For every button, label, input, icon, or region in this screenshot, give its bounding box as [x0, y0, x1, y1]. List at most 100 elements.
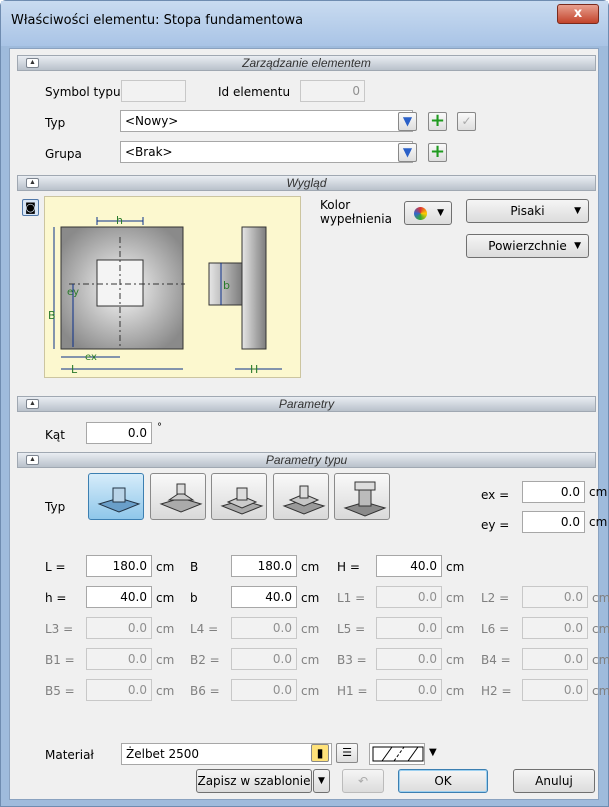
- param-unit: cm: [156, 653, 175, 667]
- powierzchnie-label: Powierzchnie: [488, 239, 567, 253]
- kolor-label: Kolor: [320, 198, 351, 212]
- section-header-parametry[interactable]: ▲ Parametry: [17, 396, 596, 412]
- foundation-type-4-icon: [282, 485, 326, 515]
- param-input: 0.0: [86, 648, 152, 670]
- param-unit: cm: [156, 560, 175, 574]
- ok-label: OK: [434, 774, 452, 788]
- kat-input[interactable]: 0.0: [86, 422, 152, 444]
- material-properties-icon[interactable]: ☰: [336, 743, 358, 763]
- param-input[interactable]: 40.0: [376, 555, 442, 577]
- chevron-down-icon: ▼: [437, 208, 444, 218]
- param-unit: cm: [156, 591, 175, 605]
- hatch-pattern-select[interactable]: [369, 743, 425, 765]
- param-unit: cm: [301, 560, 320, 574]
- param-label: B2 =: [190, 653, 220, 667]
- param-unit: cm: [592, 591, 609, 605]
- zapisz-w-szablonie-button[interactable]: Zapisz w szablonie: [196, 769, 312, 793]
- foundation-type-4-button[interactable]: [273, 473, 329, 520]
- section-title: Parametry typu: [265, 453, 348, 467]
- param-input[interactable]: 40.0: [86, 586, 152, 608]
- dropdown-list-icon[interactable]: ▼: [398, 112, 417, 131]
- dim-ey-label: ey: [67, 287, 79, 298]
- ok-button[interactable]: OK: [398, 769, 488, 793]
- kat-unit: °: [157, 422, 162, 433]
- id-elementu-field: 0: [300, 80, 365, 102]
- chevron-down-icon: ▼: [574, 241, 581, 251]
- param-label: H =: [337, 560, 360, 574]
- camera-icon[interactable]: ◙: [22, 199, 39, 216]
- param-label: L1 =: [337, 591, 366, 605]
- typ-label: Typ: [45, 116, 66, 130]
- kolor-wypelnienia-button[interactable]: ▼: [404, 201, 452, 225]
- foundation-type-3-button[interactable]: [211, 473, 267, 520]
- param-unit: cm: [301, 684, 320, 698]
- param-label: B: [190, 560, 199, 574]
- param-input: 0.0: [522, 617, 588, 639]
- section-header-wyglad[interactable]: ▲ Wygląd: [17, 175, 596, 191]
- undo-icon: ↶: [357, 774, 369, 788]
- undo-button: ↶: [342, 769, 384, 793]
- material-library-icon[interactable]: ▮: [311, 744, 329, 762]
- zapisz-dropdown-button[interactable]: ▼: [313, 769, 330, 793]
- typ-stopy-label: Typ: [45, 500, 66, 514]
- dropdown-list-icon[interactable]: ▼: [398, 143, 417, 162]
- typ-select[interactable]: <Nowy>: [120, 110, 413, 132]
- param-input[interactable]: 180.0: [86, 555, 152, 577]
- foundation-type-2-button[interactable]: [150, 473, 206, 520]
- param-label: L2 =: [481, 591, 510, 605]
- param-unit: cm: [592, 653, 609, 667]
- kolor-label-2: wypełnienia: [320, 212, 392, 226]
- param-label: B6 =: [190, 684, 220, 698]
- section-title: Parametry: [278, 397, 335, 411]
- collapse-toggle-icon[interactable]: ▲: [26, 399, 39, 409]
- dim-b-big-label: B: [48, 309, 56, 322]
- ex-input[interactable]: 0.0: [522, 481, 585, 503]
- close-button[interactable]: x: [557, 4, 599, 24]
- dim-l-label: L: [71, 363, 78, 376]
- section-title: Zarządzanie elementem: [242, 56, 371, 70]
- material-select[interactable]: Żelbet 2500: [121, 743, 332, 765]
- param-input: 0.0: [231, 679, 297, 701]
- powierzchnie-button[interactable]: Powierzchnie ▼: [466, 234, 589, 258]
- foundation-type-1-button[interactable]: [88, 473, 144, 520]
- collapse-toggle-icon[interactable]: ▲: [26, 178, 39, 188]
- param-label: H2 =: [481, 684, 512, 698]
- param-unit: cm: [592, 622, 609, 636]
- pisaki-button[interactable]: Pisaki ▼: [466, 199, 589, 223]
- param-label: L =: [45, 560, 66, 574]
- hatch-pattern-icon: [372, 746, 424, 762]
- param-input: 0.0: [231, 648, 297, 670]
- param-unit: cm: [446, 653, 465, 667]
- symbol-typu-label: Symbol typu: [45, 85, 121, 99]
- add-grupa-icon[interactable]: +: [428, 143, 447, 162]
- param-label: H1 =: [337, 684, 368, 698]
- anuluj-button[interactable]: Anuluj: [513, 769, 595, 793]
- hatch-dropdown-icon[interactable]: ▼: [429, 747, 437, 758]
- param-input: 0.0: [376, 617, 442, 639]
- material-label: Materiał: [45, 748, 94, 762]
- dim-ex-label: ex: [85, 352, 97, 363]
- foundation-type-2-icon: [159, 483, 203, 513]
- add-typ-icon[interactable]: +: [428, 112, 447, 131]
- param-input[interactable]: 180.0: [231, 555, 297, 577]
- ey-label: ey =: [481, 518, 510, 532]
- param-unit: cm: [446, 622, 465, 636]
- section-title: Wygląd: [286, 176, 327, 190]
- collapse-toggle-icon[interactable]: ▲: [26, 58, 39, 68]
- section-header-parametry-typu[interactable]: ▲ Parametry typu: [17, 452, 596, 468]
- anuluj-label: Anuluj: [535, 774, 573, 788]
- grupa-select[interactable]: <Brak>: [120, 141, 413, 163]
- foundation-type-1-icon: [97, 487, 141, 513]
- foundation-type-5-icon: [343, 481, 387, 517]
- ey-input[interactable]: 0.0: [522, 511, 585, 533]
- color-palette-icon: [414, 207, 427, 220]
- param-label: B1 =: [45, 653, 75, 667]
- param-unit: cm: [156, 622, 175, 636]
- param-input: 0.0: [522, 648, 588, 670]
- param-label: B3 =: [337, 653, 367, 667]
- collapse-toggle-icon[interactable]: ▲: [26, 455, 39, 465]
- section-header-zarzadzanie[interactable]: ▲ Zarządzanie elementem: [17, 55, 596, 71]
- param-unit: cm: [446, 684, 465, 698]
- foundation-type-5-button[interactable]: [334, 473, 390, 520]
- param-input[interactable]: 40.0: [231, 586, 297, 608]
